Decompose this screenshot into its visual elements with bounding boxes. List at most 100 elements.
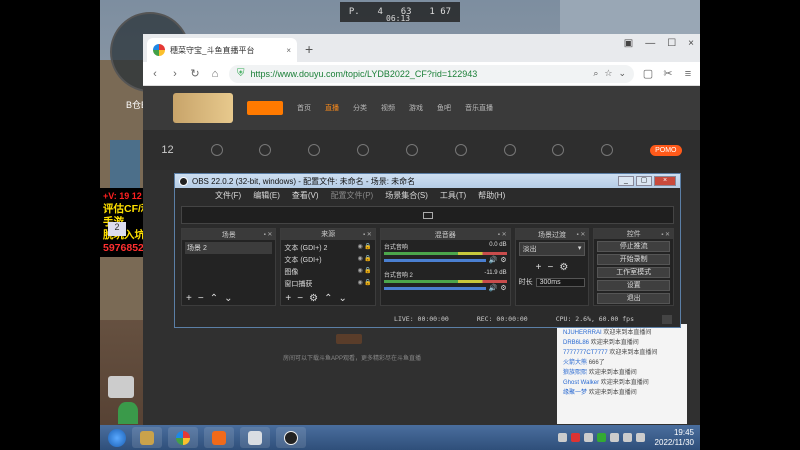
gear-icon[interactable]: ⚙ <box>500 256 506 264</box>
letterbox-left <box>0 0 100 450</box>
menu-scene-collection[interactable]: 场景集合(S) <box>385 190 428 201</box>
back-icon[interactable]: ‹ <box>149 68 161 80</box>
menu-view[interactable]: 查看(V) <box>292 190 319 201</box>
network-icon[interactable] <box>622 433 632 442</box>
page-button[interactable] <box>336 334 362 344</box>
obs-preview[interactable] <box>181 206 674 224</box>
remove-source-button[interactable]: − <box>297 293 303 304</box>
browser-tab[interactable]: 穗菜守宝_斗鱼直播平台 × <box>147 38 297 62</box>
nav-live[interactable]: 直播 <box>325 103 339 113</box>
transition-gear-icon[interactable]: ⚙ <box>559 262 568 273</box>
nav-home[interactable]: 首页 <box>297 103 311 113</box>
settings-button[interactable]: 设置 <box>597 280 671 291</box>
taskbar-app-game[interactable] <box>132 427 162 448</box>
category-item[interactable] <box>308 144 321 156</box>
volume-icon[interactable] <box>635 433 645 442</box>
tab-close-icon[interactable]: × <box>286 46 291 55</box>
home-icon[interactable]: ⌂ <box>209 68 221 80</box>
menu-tools[interactable]: 工具(T) <box>440 190 466 201</box>
menu-profile[interactable]: 配置文件(P) <box>331 190 374 201</box>
start-recording-button[interactable]: 开始录制 <box>597 254 671 265</box>
obs-maximize-button[interactable]: ▢ <box>636 176 652 186</box>
move-up-button[interactable]: ⌃ <box>210 293 218 304</box>
forward-icon[interactable]: › <box>169 68 181 80</box>
source-settings-gear-icon[interactable]: ⚙ <box>309 293 318 304</box>
gear-icon[interactable]: ⚙ <box>500 284 506 292</box>
remove-transition-button[interactable]: − <box>548 262 554 273</box>
duration-input[interactable]: 300ms <box>535 277 586 287</box>
game-character-icon <box>118 402 138 424</box>
category-item[interactable] <box>454 144 467 156</box>
taskbar-app-g[interactable] <box>204 427 234 448</box>
source-item[interactable]: 窗口捕获 ◉ 🔒 <box>284 278 371 290</box>
move-up-button[interactable]: ⌃ <box>324 293 332 304</box>
minimize-button[interactable]: — <box>645 38 655 49</box>
category-item[interactable] <box>601 144 614 156</box>
category-item[interactable] <box>210 144 223 156</box>
tray-icon[interactable] <box>570 433 580 442</box>
category-item[interactable] <box>259 144 272 156</box>
reload-icon[interactable]: ↻ <box>189 67 201 80</box>
pomo-badge[interactable]: POMO <box>650 144 682 156</box>
speaker-icon[interactable]: 🔊 <box>489 284 498 292</box>
scene-item[interactable]: 场景 2 <box>185 242 273 254</box>
obs-title-bar[interactable]: OBS 22.0.2 (32-bit, windows) - 配置文件: 未命名… <box>175 174 680 188</box>
window-menu-icon[interactable]: ▣ <box>624 38 633 49</box>
close-button[interactable]: × <box>688 38 694 49</box>
category-item[interactable] <box>357 144 370 156</box>
search-icon[interactable]: ⌕ <box>593 68 598 79</box>
tray-icon[interactable] <box>609 433 619 442</box>
nav-category[interactable]: 分类 <box>353 103 367 113</box>
add-transition-button[interactable]: + <box>536 262 542 273</box>
obs-minimize-button[interactable]: _ <box>618 176 634 186</box>
remove-scene-button[interactable]: − <box>198 293 204 304</box>
menu-icon[interactable]: ≡ <box>682 68 694 80</box>
taskbar-app-window[interactable] <box>240 427 270 448</box>
transition-select[interactable]: 淡出 ▾ <box>518 242 586 256</box>
taskbar-app-obs[interactable] <box>276 427 306 448</box>
category-item[interactable] <box>405 144 418 156</box>
obs-close-button[interactable]: × <box>654 176 676 186</box>
speaker-icon[interactable]: 🔊 <box>489 256 498 264</box>
source-item[interactable]: 图像 ◉ 🔒 <box>284 266 371 278</box>
tray-icon[interactable] <box>596 433 606 442</box>
douyu-logo[interactable] <box>247 101 283 115</box>
move-down-button[interactable]: ⌄ <box>338 293 346 304</box>
stop-streaming-button[interactable]: 停止推流 <box>597 241 671 252</box>
add-scene-button[interactable]: + <box>186 293 192 304</box>
volume-slider[interactable] <box>383 258 486 262</box>
bookmark-star-icon[interactable]: ☆ <box>604 68 612 79</box>
extensions-icon[interactable]: ▢ <box>642 67 654 80</box>
exit-button[interactable]: 退出 <box>597 293 671 304</box>
nav-game[interactable]: 游戏 <box>409 103 423 113</box>
add-source-button[interactable]: + <box>285 293 291 304</box>
source-item[interactable]: 文本 (GDI+) 2 ◉ 🔒 <box>284 242 371 254</box>
taskbar-app-browser[interactable] <box>168 427 198 448</box>
nav-yuba[interactable]: 鱼吧 <box>437 103 451 113</box>
nav-music[interactable]: 音乐直播 <box>465 103 493 113</box>
taskbar-clock[interactable]: 19:45 2022/11/30 <box>649 428 694 448</box>
url-text[interactable]: https://www.douyu.com/topic/LYDB2022_CF?… <box>251 69 588 79</box>
address-bar[interactable]: ⛨ https://www.douyu.com/topic/LYDB2022_C… <box>229 64 634 83</box>
menu-file[interactable]: 文件(F) <box>215 190 241 201</box>
new-tab-button[interactable]: + <box>297 41 321 62</box>
visibility-icon: ◉ 🔒 <box>357 279 372 286</box>
visibility-icon: ◉ 🔒 <box>357 267 372 274</box>
tray-icon[interactable] <box>583 433 593 442</box>
move-down-button[interactable]: ⌄ <box>224 293 232 304</box>
screenshot-icon[interactable]: ✂ <box>662 67 674 80</box>
category-item[interactable] <box>552 144 565 156</box>
volume-slider[interactable] <box>383 286 486 290</box>
maximize-button[interactable]: ☐ <box>667 38 676 49</box>
obs-window-controls: _ ▢ × <box>618 176 676 186</box>
studio-mode-button[interactable]: 工作室模式 <box>597 267 671 278</box>
source-item[interactable]: 文本 (GDI+) ◉ 🔒 <box>284 254 371 266</box>
tray-icon[interactable] <box>557 433 567 442</box>
duration-row: 时长 300ms <box>519 277 586 287</box>
category-item[interactable] <box>503 144 516 156</box>
menu-edit[interactable]: 编辑(E) <box>253 190 280 201</box>
start-button[interactable] <box>108 428 126 447</box>
expand-icon[interactable]: ⌄ <box>618 68 626 79</box>
menu-help[interactable]: 帮助(H) <box>478 190 505 201</box>
nav-video[interactable]: 视频 <box>381 103 395 113</box>
